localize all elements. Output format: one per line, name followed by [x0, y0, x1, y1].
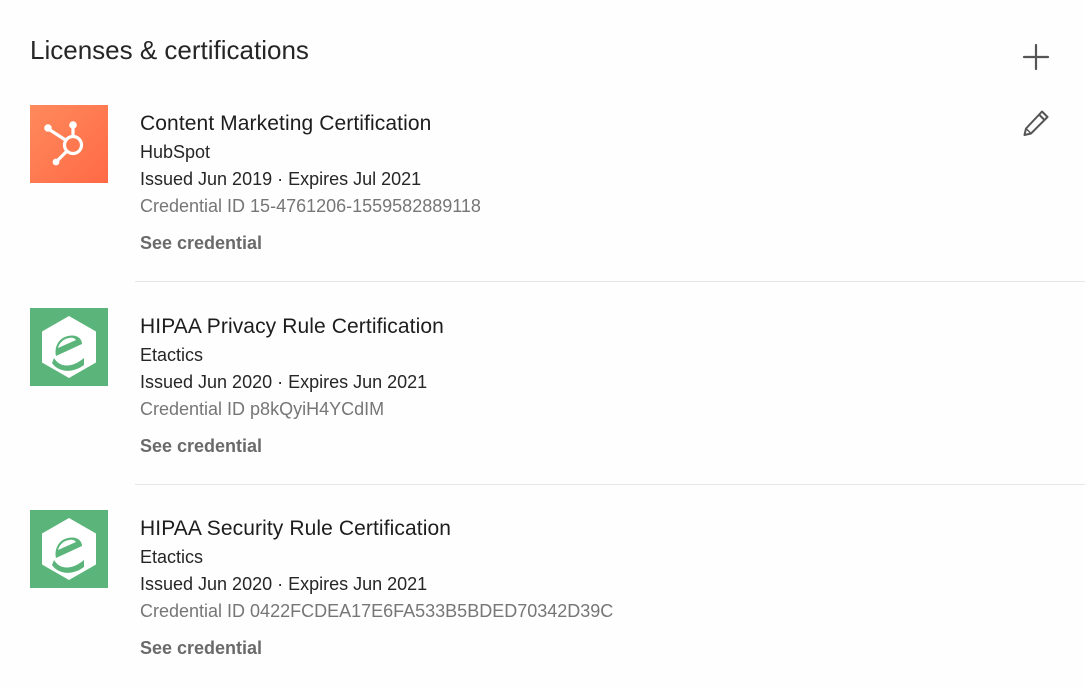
- issuer-name[interactable]: Etactics: [140, 544, 613, 571]
- see-credential-link[interactable]: See credential: [140, 635, 262, 661]
- certification-item: Content Marketing Certification HubSpot …: [0, 79, 1085, 282]
- certification-name[interactable]: Content Marketing Certification: [140, 109, 481, 139]
- see-credential-link[interactable]: See credential: [140, 433, 262, 459]
- certification-name[interactable]: HIPAA Security Rule Certification: [140, 514, 613, 544]
- add-certification-button[interactable]: [1016, 37, 1056, 77]
- credential-id: Credential ID 0422FCDEA17E6FA533B5BDED70…: [140, 601, 614, 621]
- section-title: Licenses & certifications: [30, 35, 309, 65]
- issuer-name[interactable]: HubSpot: [140, 139, 481, 166]
- etactics-logo: [30, 308, 108, 386]
- hubspot-logo: [30, 105, 108, 183]
- etactics-logo: [30, 510, 108, 588]
- issue-dates: Issued Jun 2020 · Expires Jun 2021: [140, 372, 428, 392]
- certification-item: HIPAA Privacy Rule Certification Etactic…: [0, 282, 1085, 485]
- credential-id: Credential ID p8kQyiH4YCdIM: [140, 399, 385, 419]
- credential-id: Credential ID 15-4761206-1559582889118: [140, 196, 481, 216]
- certification-name[interactable]: HIPAA Privacy Rule Certification: [140, 312, 444, 342]
- see-credential-link[interactable]: See credential: [140, 230, 262, 256]
- certification-item: HIPAA Security Rule Certification Etacti…: [0, 484, 1085, 687]
- issue-dates: Issued Jun 2020 · Expires Jun 2021: [140, 574, 428, 594]
- issue-dates: Issued Jun 2019 · Expires Jul 2021: [140, 169, 422, 189]
- plus-icon: [1022, 43, 1050, 71]
- issuer-name[interactable]: Etactics: [140, 342, 444, 369]
